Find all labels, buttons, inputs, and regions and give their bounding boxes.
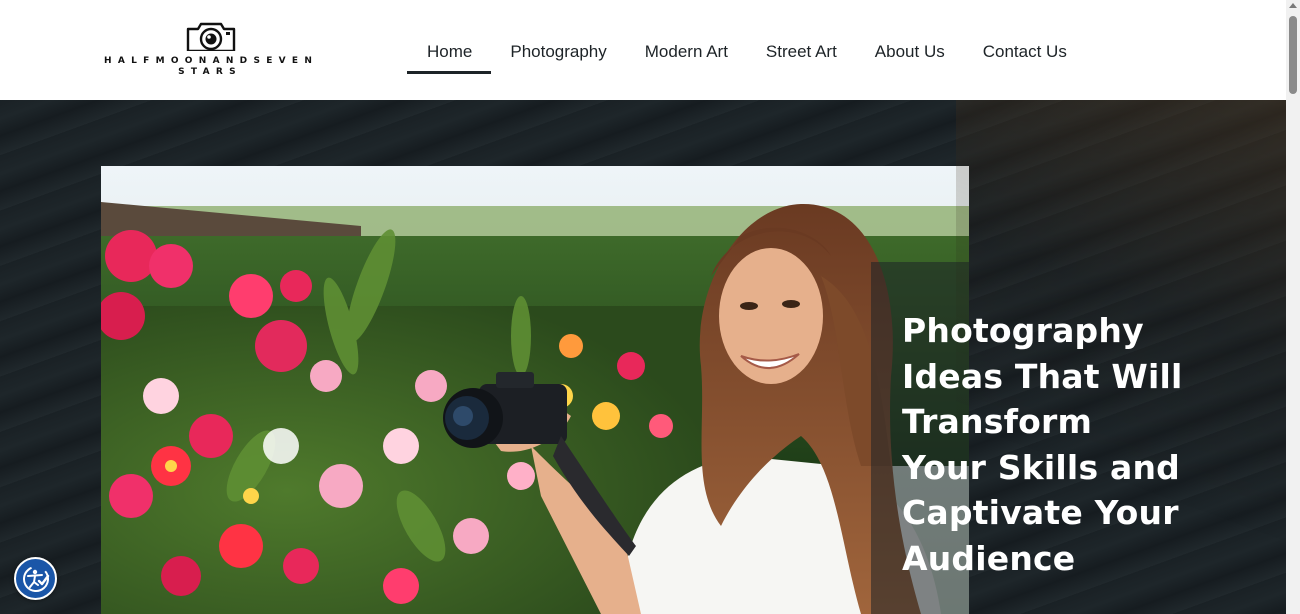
nav-modern-art[interactable]: Modern Art <box>626 0 747 100</box>
accessibility-button[interactable] <box>14 557 57 600</box>
hero-section: Photography Ideas That Will Transform Yo… <box>0 100 1286 614</box>
headline-line: Photography <box>902 311 1144 350</box>
site-header: HALFMOONANDSEVEN STARS Home Photography … <box>0 0 1286 100</box>
site-logo[interactable]: HALFMOONANDSEVEN STARS <box>104 20 316 80</box>
page-scrollbar[interactable] <box>1286 0 1300 614</box>
scroll-thumb[interactable] <box>1289 16 1297 94</box>
nav-street-art[interactable]: Street Art <box>747 0 856 100</box>
hero-image <box>101 166 969 614</box>
logo-text-line2: STARS <box>178 67 242 77</box>
logo-text-line1: HALFMOONANDSEVEN <box>104 56 319 66</box>
main-nav: Home Photography Modern Art Street Art A… <box>407 0 1086 100</box>
hero-headline: Photography Ideas That Will Transform Yo… <box>902 308 1202 581</box>
headline-line: Ideas That Will <box>902 356 1183 396</box>
camera-icon <box>184 22 238 54</box>
headline-line: Transform <box>902 402 1093 441</box>
scroll-up-icon[interactable] <box>1289 3 1297 8</box>
headline-line: Your Skills and <box>902 447 1180 487</box>
nav-home[interactable]: Home <box>407 0 492 100</box>
headline-line: Audience <box>902 538 1076 578</box>
nav-contact-us[interactable]: Contact Us <box>964 0 1086 100</box>
nav-about-us[interactable]: About Us <box>856 0 964 100</box>
headline-line: Captivate Your <box>902 493 1179 532</box>
accessibility-icon <box>22 565 49 592</box>
nav-photography[interactable]: Photography <box>491 0 625 100</box>
